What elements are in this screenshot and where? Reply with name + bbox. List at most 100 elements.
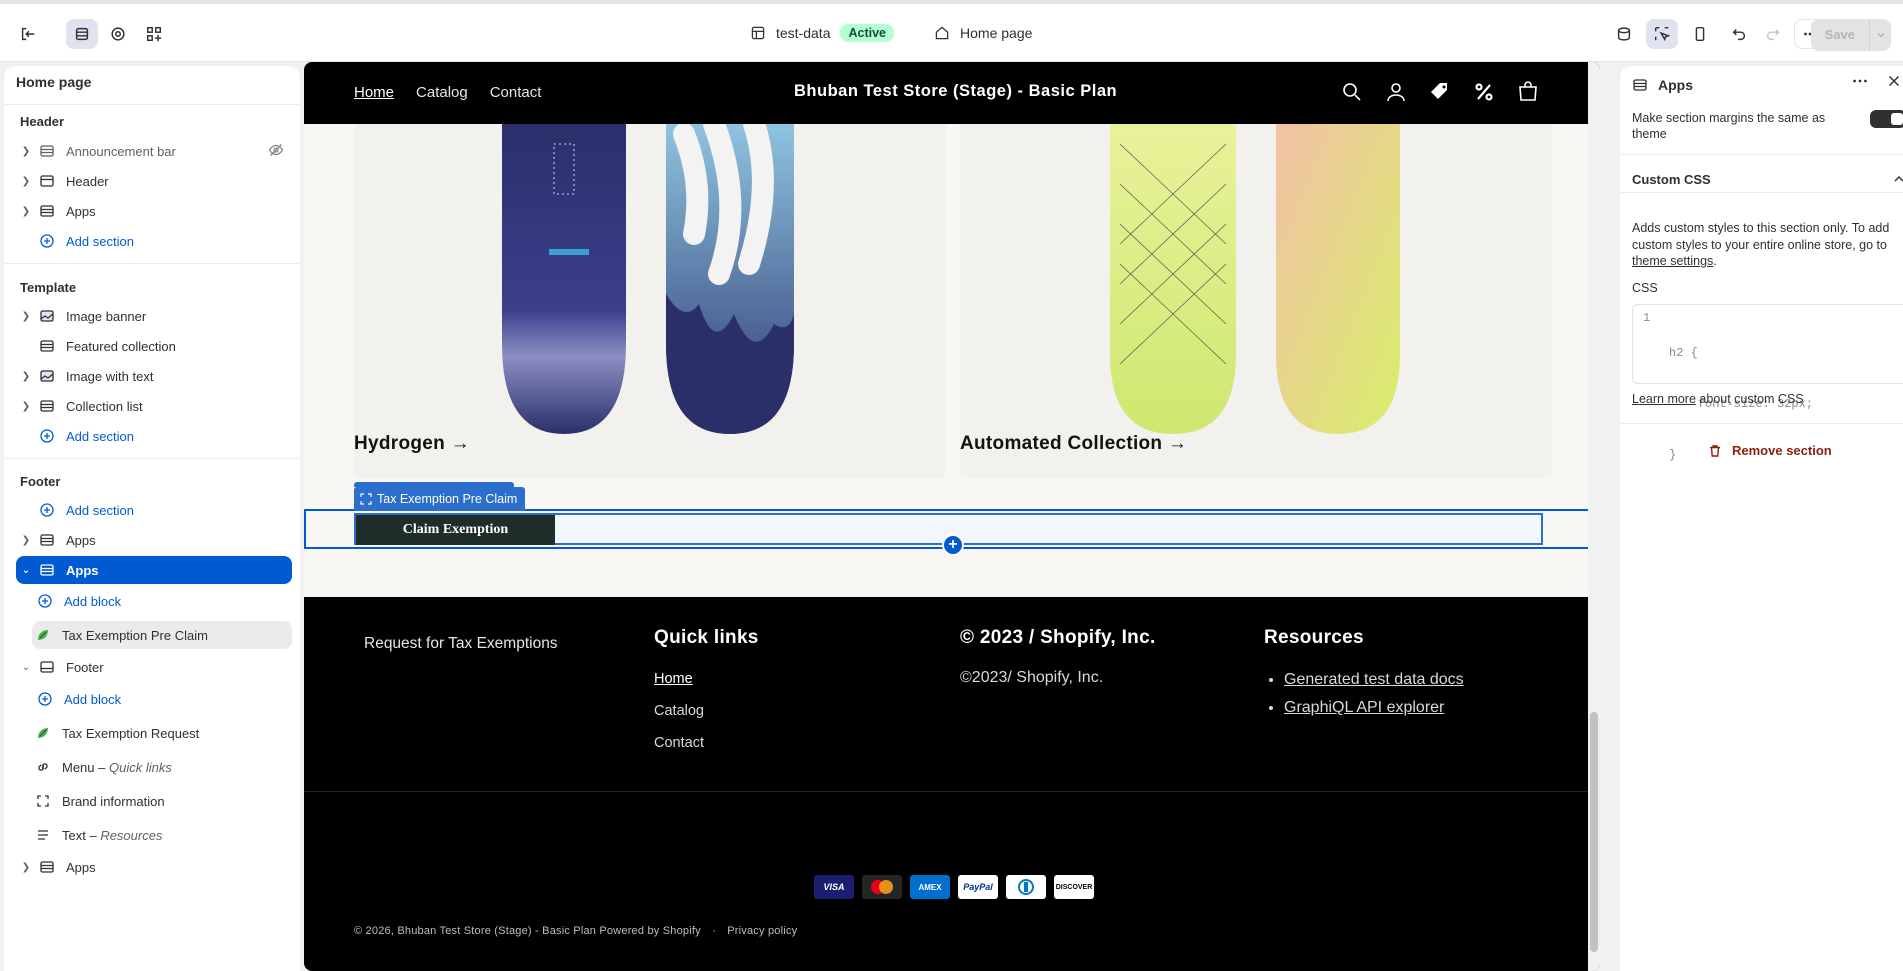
add-block-apps[interactable]: Add block bbox=[34, 587, 292, 615]
block-brand-information[interactable]: Brand information bbox=[32, 787, 292, 815]
block-tax-exemption-pre-claim[interactable]: Tax Exemption Pre Claim bbox=[32, 621, 292, 649]
exit-icon[interactable] bbox=[12, 19, 44, 49]
collection-title-automated[interactable]: Automated Collection → bbox=[960, 433, 1187, 455]
section-icon bbox=[36, 143, 58, 159]
save-button-label[interactable]: Save bbox=[1810, 19, 1869, 51]
mobile-view-icon[interactable] bbox=[1684, 19, 1716, 49]
add-section-label: Add section bbox=[66, 428, 134, 444]
percent-icon[interactable] bbox=[1472, 80, 1496, 104]
section-image-banner[interactable]: ❯ Image banner bbox=[16, 302, 292, 330]
diners-icon bbox=[1006, 875, 1046, 899]
chevron-up-icon[interactable] bbox=[1892, 172, 1903, 186]
section-label: Image with text bbox=[66, 368, 154, 384]
close-icon[interactable] bbox=[1885, 72, 1903, 90]
cart-icon[interactable] bbox=[1516, 80, 1540, 104]
gear-icon[interactable] bbox=[102, 19, 134, 49]
search-icon[interactable] bbox=[1340, 80, 1364, 104]
preview-scrollbar[interactable] bbox=[1588, 62, 1600, 971]
add-section-plus-icon[interactable]: + bbox=[942, 534, 964, 556]
chevron-right-icon[interactable]: ❯ bbox=[16, 371, 36, 382]
section-image-with-text[interactable]: ❯ Image with text bbox=[16, 362, 292, 390]
block-label: Menu bbox=[62, 759, 95, 775]
resources-list: Generated test data docs GraphiQL API ex… bbox=[1264, 671, 1464, 717]
chevron-down-icon[interactable] bbox=[1869, 19, 1891, 51]
section-label: Announcement bar bbox=[66, 143, 176, 159]
block-tag[interactable]: Tax Exemption Pre Claim bbox=[354, 487, 526, 511]
theme-settings-link[interactable]: theme settings bbox=[1632, 254, 1713, 268]
chevron-down-icon[interactable]: ⌄ bbox=[16, 662, 36, 673]
section-apps-footer-1[interactable]: ❯ Apps bbox=[16, 526, 292, 554]
store-title[interactable]: Bhuban Test Store (Stage) - Basic Plan bbox=[794, 82, 1117, 101]
account-icon[interactable] bbox=[1384, 80, 1408, 104]
chevron-right-icon[interactable]: ❯ bbox=[16, 535, 36, 546]
save-button[interactable]: Save bbox=[1810, 19, 1891, 51]
resource-link[interactable]: Generated test data docs bbox=[1284, 671, 1464, 689]
chevron-down-icon[interactable]: ⌄ bbox=[16, 565, 36, 576]
add-section-header[interactable]: Add section bbox=[16, 227, 292, 255]
section-announcement-bar[interactable]: ❯ Announcement bar bbox=[16, 137, 292, 165]
app-leaf-icon bbox=[32, 627, 54, 643]
section-apps-header[interactable]: ❯ Apps bbox=[16, 197, 292, 225]
nav-catalog[interactable]: Catalog bbox=[416, 84, 468, 101]
footer-link-home[interactable]: Home bbox=[654, 671, 759, 687]
privacy-link[interactable]: Privacy policy bbox=[727, 925, 797, 937]
remove-section-button[interactable]: Remove section bbox=[1708, 443, 1832, 458]
learn-more-link[interactable]: Learn more bbox=[1632, 392, 1696, 406]
block-tax-exemption-request[interactable]: Tax Exemption Request bbox=[32, 719, 292, 747]
claim-exemption-button[interactable]: Claim Exemption bbox=[356, 515, 555, 545]
footer-link-catalog[interactable]: Catalog bbox=[654, 703, 759, 719]
inspector-icon[interactable] bbox=[1608, 19, 1640, 49]
brand-frame-icon bbox=[32, 793, 54, 809]
select-element-icon[interactable] bbox=[1646, 19, 1678, 49]
section-collection-list[interactable]: ❯ Collection list bbox=[16, 392, 292, 420]
section-header[interactable]: ❯ Header bbox=[16, 167, 292, 195]
add-block-footer[interactable]: Add block bbox=[34, 685, 292, 713]
footer-section-icon bbox=[36, 659, 58, 675]
tag-icon[interactable] bbox=[1428, 80, 1452, 104]
theme-name[interactable]: test-data bbox=[776, 25, 830, 41]
section-apps-footer-last[interactable]: ❯ Apps bbox=[16, 853, 292, 881]
collection-card-automated[interactable] bbox=[960, 124, 1552, 478]
copyright-text: © 2026, Bhuban Test Store (Stage) - Basi… bbox=[354, 925, 701, 937]
resource-link[interactable]: GraphiQL API explorer bbox=[1284, 699, 1464, 717]
sections-icon[interactable] bbox=[66, 19, 98, 49]
chevron-right-icon[interactable]: ❯ bbox=[16, 311, 36, 322]
css-editor[interactable]: 1 h2 { font-size: 32px; } bbox=[1632, 304, 1903, 462]
section-featured-collection[interactable]: Featured collection bbox=[16, 332, 292, 360]
section-label: Apps bbox=[66, 562, 99, 578]
home-icon bbox=[935, 26, 949, 40]
discover-icon: DISCOVER bbox=[1054, 875, 1094, 899]
nav-contact[interactable]: Contact bbox=[490, 84, 542, 101]
tax-request-text[interactable]: Request for Tax Exemptions bbox=[364, 635, 558, 653]
collection-title-hydrogen[interactable]: Hydrogen → bbox=[354, 433, 470, 455]
section-footer[interactable]: ⌄ Footer bbox=[16, 653, 292, 681]
margins-toggle[interactable] bbox=[1870, 110, 1903, 128]
chevron-right-icon[interactable]: ❯ bbox=[16, 206, 36, 217]
block-menu[interactable]: Menu – Quick links bbox=[32, 753, 292, 781]
more-options-icon[interactable] bbox=[1851, 72, 1869, 90]
page-selector[interactable]: Home page bbox=[960, 25, 1032, 41]
custom-css-heading[interactable]: Custom CSS bbox=[1632, 172, 1711, 187]
theme-icon bbox=[751, 26, 765, 40]
eye-off-icon[interactable] bbox=[268, 142, 284, 161]
apps-section-icon bbox=[36, 562, 58, 578]
add-block-label: Add block bbox=[64, 691, 122, 707]
chevron-right-icon[interactable]: ❯ bbox=[16, 401, 36, 412]
undo-icon[interactable] bbox=[1723, 19, 1755, 49]
collection-card-hydrogen[interactable] bbox=[354, 124, 946, 478]
chevron-right-icon[interactable]: ❯ bbox=[16, 176, 36, 187]
scroll-thumb[interactable] bbox=[1590, 712, 1598, 952]
add-section-footer[interactable]: Add section bbox=[16, 496, 292, 524]
add-section-label: Add section bbox=[66, 502, 134, 518]
chevron-right-icon[interactable]: ❯ bbox=[16, 862, 36, 873]
apps-grid-icon[interactable] bbox=[138, 19, 170, 49]
nav-home[interactable]: Home bbox=[354, 84, 394, 101]
chevron-right-icon[interactable]: ❯ bbox=[16, 146, 36, 157]
add-section-template[interactable]: Add section bbox=[16, 422, 292, 450]
redo-icon[interactable] bbox=[1757, 19, 1789, 49]
block-text[interactable]: Text – Resources bbox=[32, 821, 292, 849]
section-apps-selected[interactable]: ⌄ Apps bbox=[16, 556, 292, 584]
plus-circle-icon bbox=[34, 593, 56, 609]
separator: – bbox=[85, 827, 101, 843]
footer-link-contact[interactable]: Contact bbox=[654, 735, 759, 751]
